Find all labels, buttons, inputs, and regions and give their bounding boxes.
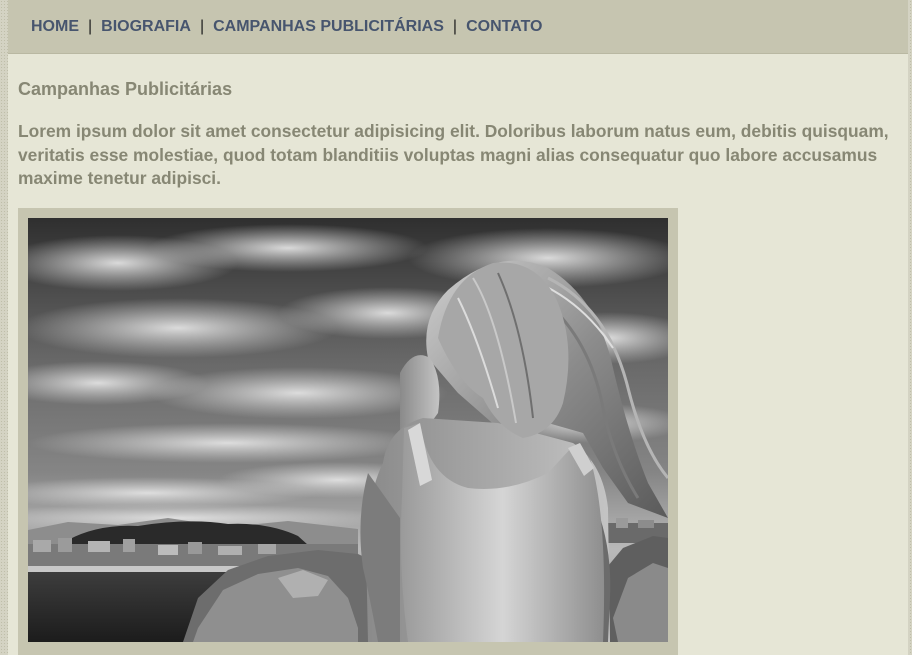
nav-link-contato[interactable]: CONTATO	[466, 18, 542, 36]
nav-separator: |	[452, 17, 458, 35]
nav-link-campanhas[interactable]: CAMPANHAS PUBLICITÁRIAS	[213, 18, 444, 36]
nav-link-home[interactable]: HOME	[31, 18, 79, 36]
page-title: Campanhas Publicitárias	[18, 79, 233, 99]
campaign-photo-frame	[18, 208, 678, 655]
intro-paragraph: Lorem ipsum dolor sit amet consectetur a…	[18, 121, 889, 188]
nav-separator: |	[88, 17, 93, 35]
nav-link-biografia[interactable]: BIOGRAFIA	[101, 18, 191, 36]
page: HOME | BIOGRAFIA | CAMPANHAS PUBLICITÁRI…	[8, 0, 908, 655]
top-navigation: HOME | BIOGRAFIA | CAMPANHAS PUBLICITÁRI…	[8, 0, 908, 54]
campaign-photo	[28, 218, 668, 642]
nav-separator: |	[199, 17, 205, 35]
